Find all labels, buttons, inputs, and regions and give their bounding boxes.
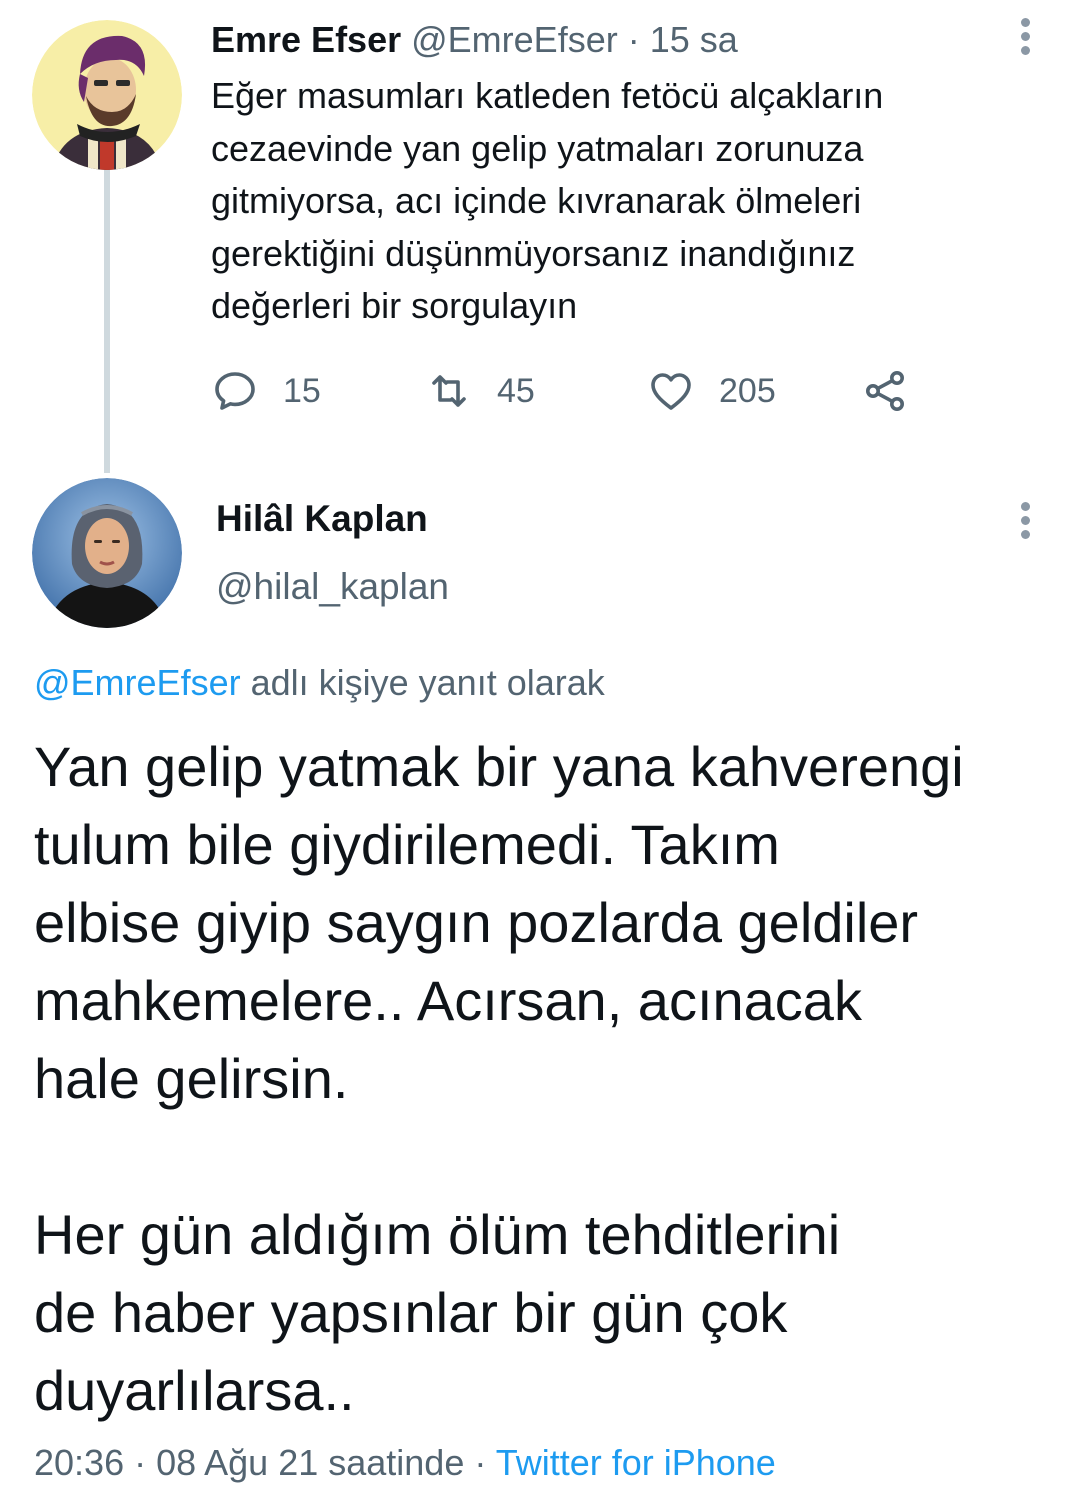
tweet-text-line: cezaevinde yan gelip yatmaları zorunuza [211,127,864,169]
tweet-text-line: duyarlılarsa.. [34,1359,355,1422]
heart-icon [651,373,691,410]
reply-to-context: @EmreEfser adlı kişiye yanıt olarak [34,662,605,704]
reply-to-suffix: adlı kişiye yanıt olarak [240,662,605,703]
emre-efser-avatar[interactable] [32,20,182,170]
tweet-source-link[interactable]: Twitter for iPhone [496,1442,776,1483]
tweet-time[interactable]: 15 sa [650,19,738,60]
like-button[interactable]: 205 [647,364,776,418]
tweet-timestamp[interactable]: 20:36 · 08 Ağu 21 saatinde · [34,1442,486,1483]
tweet-text-line: mahkemelere.. Acırsan, acınacak [34,969,862,1032]
retweet-icon [432,375,466,407]
tweet-text-line: elbise giyip saygın pozlarda geldiler [34,891,919,954]
share-icon [866,371,904,411]
tweet-text-line: değerleri bir sorgulayın [211,285,578,326]
tweet-footer: 20:36 · 08 Ağu 21 saatinde · Twitter for… [34,1442,776,1484]
tweet-paragraph: Yan gelip yatmak bir yana kahverengi tul… [34,728,1064,1118]
tweet-text-line: de haber yapsınlar bir gün çok [34,1281,788,1344]
tweet-text-line: gerektiğini düşünmüyorsanız inandığınız [211,232,856,274]
hilal-kaplan-avatar[interactable] [32,478,182,628]
main-tweet-text: Yan gelip yatmak bir yana kahverengi tul… [34,728,1064,1430]
author-handle[interactable]: @EmreEfser [411,19,618,60]
meta-separator: · [627,19,640,60]
reply-button[interactable]: 15 [211,364,321,418]
reply-count: 15 [283,371,321,410]
retweet-count: 45 [497,371,535,410]
tweet-text-line: Eğer masumları katleden fetöcü alçakları… [211,75,884,116]
like-count: 205 [719,371,776,410]
author-handle[interactable]: @hilal_kaplan [216,566,449,608]
retweet-button[interactable]: 45 [425,364,535,418]
share-button[interactable] [861,364,933,418]
author-name[interactable]: Hilâl Kaplan [216,498,428,540]
tweet-header: Emre Efser @EmreEfser · 15 sa [211,18,738,62]
tweet-text-line: Her gün aldığım ölüm tehditlerini [34,1203,841,1266]
reply-icon [215,372,255,410]
more-vertical-icon[interactable] [1015,502,1035,546]
reply-to-mention-link[interactable]: @EmreEfser [34,662,241,703]
tweet-text-line: hale gelirsin. [34,1047,349,1110]
tweet-actions: 15 45 205 [211,364,931,418]
tweet-text-line: tulum bile giydirilemedi. Takım [34,813,780,876]
author-name[interactable]: Emre Efser [211,19,401,60]
tweet-text-line: Yan gelip yatmak bir yana kahverengi [34,735,964,798]
thread-line [104,168,110,473]
emre-avatar-illustration [32,20,182,170]
tweet-paragraph: Her gün aldığım ölüm tehditlerini de hab… [34,1196,1064,1430]
more-vertical-icon[interactable] [1015,18,1035,62]
tweet-text-line: gitmiyorsa, acı içinde kıvranarak ölmele… [211,180,862,221]
tweet-text: Eğer masumları katleden fetöcü alçakları… [211,70,1011,333]
hilal-avatar-photo [32,478,182,628]
